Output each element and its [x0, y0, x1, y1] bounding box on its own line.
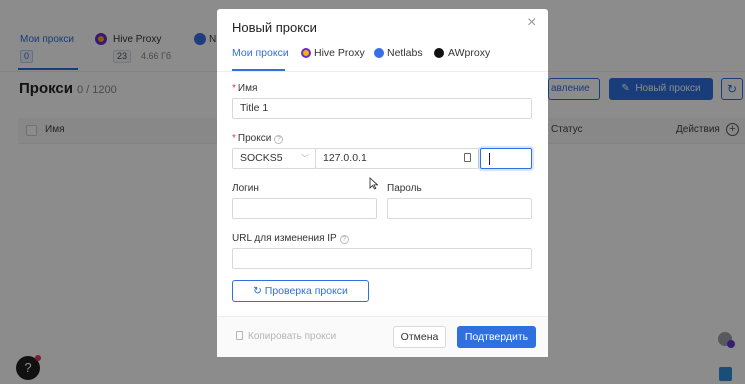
copy-proxy-label: Копировать прокси	[248, 331, 337, 342]
mouse-pointer-icon	[369, 177, 379, 190]
help-circle-icon[interactable]: ?	[274, 135, 284, 144]
copy-icon	[236, 331, 243, 340]
dialog-tab-hive-proxy[interactable]: Hive Proxy	[314, 47, 365, 59]
proxy-type-value: SOCKS5	[240, 152, 283, 164]
check-proxy-label: Проверка прокси	[264, 285, 348, 297]
dialog-tab-my-proxies[interactable]: Мои прокси	[232, 47, 289, 59]
name-input[interactable]: Title 1	[232, 98, 532, 119]
text-caret	[489, 153, 490, 165]
awproxy-icon	[434, 48, 444, 58]
refresh-icon: ↻	[253, 285, 265, 297]
new-proxy-dialog: Новый прокси × Мои прокси Hive Proxy Net…	[217, 9, 548, 357]
help-circle-icon[interactable]: ?	[339, 235, 349, 244]
confirm-button[interactable]: Подтвердить	[457, 326, 536, 348]
tab-divider	[217, 71, 548, 72]
netlabs-icon	[374, 48, 384, 58]
login-input[interactable]	[232, 198, 377, 219]
change-ip-url-label-text: URL для изменения IP	[232, 233, 337, 244]
clipboard-icon[interactable]	[464, 153, 471, 162]
close-icon[interactable]: ×	[527, 15, 536, 31]
required-marker: *	[232, 133, 236, 144]
name-label-text: Имя	[237, 83, 258, 94]
proxy-field-label: * Прокси?	[232, 133, 284, 144]
check-proxy-button[interactable]: ↻ Проверка прокси	[232, 280, 369, 302]
copy-proxy-button[interactable]: Копировать прокси	[236, 331, 336, 342]
proxy-label-text: Прокси	[237, 133, 272, 144]
dialog-tab-netlabs[interactable]: Netlabs	[387, 47, 423, 59]
proxy-type-select[interactable]: SOCKS5 ﹀	[232, 148, 316, 169]
change-ip-url-label: URL для изменения IP?	[232, 233, 349, 244]
password-input[interactable]	[387, 198, 532, 219]
required-marker: *	[232, 83, 236, 94]
change-ip-url-input[interactable]	[232, 248, 532, 269]
hive-proxy-icon	[301, 48, 311, 58]
chevron-down-icon: ﹀	[301, 154, 309, 163]
name-field-label: * Имя	[232, 83, 257, 94]
proxy-host-input[interactable]: 127.0.0.1	[315, 148, 479, 169]
login-field-label: Логин	[232, 183, 259, 194]
password-field-label: Пароль	[387, 183, 422, 194]
proxy-port-input[interactable]	[480, 148, 532, 169]
cancel-button[interactable]: Отмена	[393, 326, 446, 348]
dialog-tab-awproxy[interactable]: AWproxy	[448, 47, 490, 59]
dialog-title: Новый прокси	[232, 20, 317, 35]
